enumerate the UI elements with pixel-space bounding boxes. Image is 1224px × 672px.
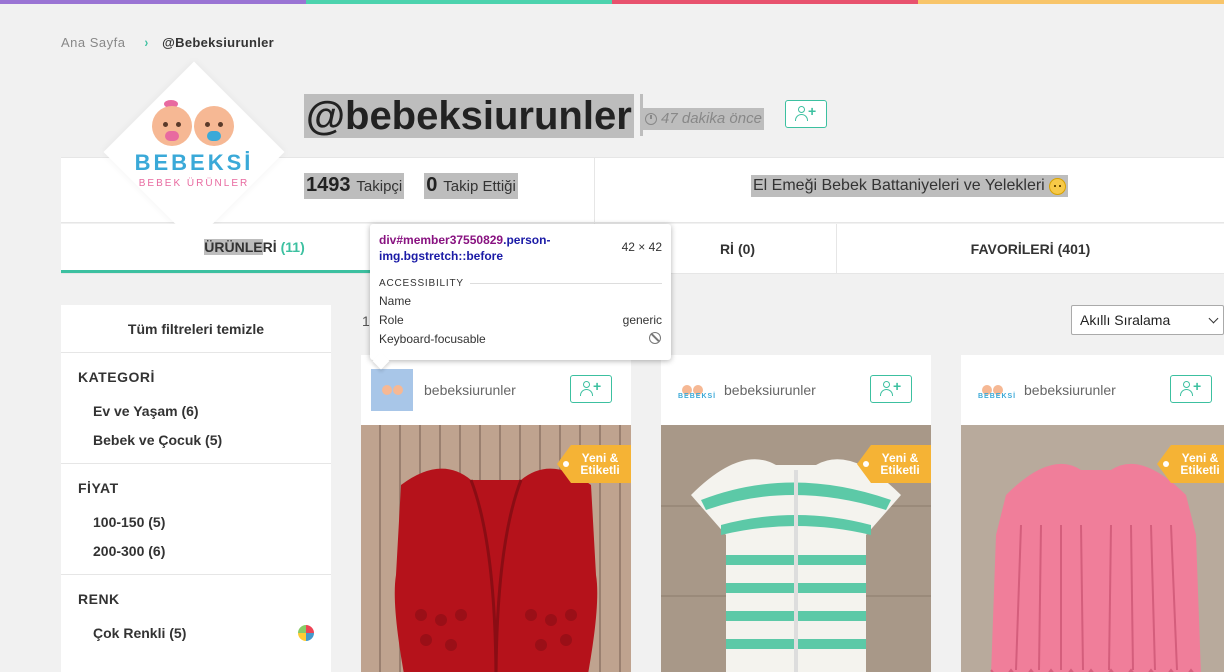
tooltip-selector: div#member37550829.person-img.bgstretch:…	[379, 233, 551, 263]
tab-second-label: Rİ	[719, 240, 734, 257]
card-header: bebeksiurunler +	[361, 355, 631, 425]
filter-group-title: KATEGORİ	[78, 369, 155, 385]
following-stat[interactable]: 0 Takip Ettiği	[424, 173, 518, 199]
no-entry-icon	[649, 332, 661, 344]
tab-products-label-suffix: Rİ	[262, 239, 277, 255]
card-username[interactable]: bebeksiurunler	[1024, 382, 1116, 398]
baby-face-emoji	[1048, 177, 1066, 195]
profile-divider	[594, 158, 595, 224]
filter-sidebar: Tüm filtreleri temizle KATEGORİ Ev ve Ya…	[61, 305, 331, 672]
filter-group-price: FİYAT 100-150 (5) 200-300 (6)	[61, 464, 331, 575]
baby-girl-face	[152, 106, 192, 146]
avatar[interactable]: BEBEKSİ	[671, 369, 715, 411]
breadcrumb: Ana Sayfa › @Bebeksiurunler	[61, 34, 274, 50]
tooltip-row: Role generic	[379, 313, 662, 327]
devtools-inspect-tooltip: div#member37550829.person-img.bgstretch:…	[370, 224, 671, 360]
filter-item[interactable]: Ev ve Yaşam (6)	[78, 395, 314, 424]
filter-item[interactable]: Çok Renkli (5)	[78, 617, 314, 646]
bio-text: El Emeği Bebek Battaniyeleri ve Yelekler…	[753, 177, 1045, 194]
tab-products-label: ÜRÜNLE	[204, 239, 263, 255]
multicolor-swatch	[298, 625, 314, 641]
followers-stat[interactable]: 1493 Takipçi	[304, 173, 405, 199]
card-username[interactable]: bebeksiurunler	[424, 382, 516, 398]
new-tagged-badge: Yeni & Etiketli	[557, 445, 631, 483]
tooltip-section-title: ACCESSIBILITY	[379, 278, 662, 289]
last-seen: 47 dakika önce	[643, 108, 764, 130]
baby-faces-icon	[148, 100, 240, 148]
color-bar-purple	[0, 0, 306, 4]
baby-boy-face	[194, 106, 234, 146]
followers-label: Takipçi	[356, 178, 403, 195]
avatar[interactable]: BEBEKSİ	[971, 369, 1015, 411]
color-bar-green	[306, 0, 612, 4]
profile-stats: 1493 Takipçi 0 Takip Ettiği	[304, 173, 518, 199]
new-tagged-badge: Yeni & Etiketli	[1157, 445, 1224, 483]
filter-group-title: FİYAT	[78, 480, 119, 496]
product-card[interactable]: BEBEKSİ bebeksiurunler + Yeni & Etiketli	[661, 355, 931, 672]
follow-button[interactable]: +	[870, 375, 912, 403]
card-username[interactable]: bebeksiurunler	[724, 382, 816, 398]
user-plus-icon: +	[795, 104, 817, 122]
followers-count: 1493	[306, 174, 351, 196]
tooltip-row: Name	[379, 294, 412, 308]
card-header: BEBEKSİ bebeksiurunler +	[661, 355, 931, 425]
card-header: BEBEKSİ bebeksiurunler +	[961, 355, 1224, 425]
filter-group-color: RENK Çok Renkli (5)	[61, 575, 331, 656]
filter-item[interactable]: Bebek ve Çocuk (5)	[78, 424, 314, 453]
tab-favorites[interactable]: FAVORİLERİ (401)	[837, 224, 1224, 273]
tab-products-count: (11)	[280, 239, 305, 255]
filter-item[interactable]: 200-300 (6)	[78, 535, 314, 564]
following-count: 0	[426, 174, 438, 196]
color-bar-yellow	[918, 0, 1224, 4]
following-label: Takip Ettiği	[443, 178, 516, 195]
logo-subtitle: BEBEK ÜRÜNLER	[138, 178, 250, 189]
product-card[interactable]: BEBEKSİ bebeksiurunler + Yeni & Etiketli	[961, 355, 1224, 672]
follow-button[interactable]: +	[1170, 375, 1212, 403]
breadcrumb-home-link[interactable]: Ana Sayfa	[61, 35, 126, 50]
breadcrumb-current: @Bebeksiurunler	[162, 34, 274, 50]
tooltip-row: Keyboard-focusable	[379, 332, 662, 346]
sort-selected-value: Akıllı Sıralama	[1080, 312, 1171, 328]
product-image[interactable]: Yeni & Etiketli	[661, 425, 931, 672]
clock-icon	[645, 113, 657, 125]
filter-item[interactable]: 100-150 (5)	[78, 506, 314, 535]
new-tagged-badge: Yeni & Etiketli	[857, 445, 931, 483]
user-plus-icon: +	[880, 379, 902, 397]
filter-group-category: KATEGORİ Ev ve Yaşam (6) Bebek ve Çocuk …	[61, 353, 331, 464]
user-plus-icon: +	[580, 379, 602, 397]
tab-favorites-label: FAVORİLERİ	[970, 240, 1054, 257]
profile-logo: BEBEKSİ BEBEK ÜRÜNLER	[126, 96, 262, 206]
tooltip-size: 42 × 42	[621, 240, 662, 254]
tab-second-count: (0)	[737, 240, 756, 257]
top-color-bar	[0, 0, 1224, 4]
chevron-right-icon: ›	[143, 34, 148, 50]
profile-bio: El Emeği Bebek Battaniyeleri ve Yelekler…	[751, 175, 1068, 197]
color-bar-red	[612, 0, 918, 4]
product-card[interactable]: bebeksiurunler + Yeni & Etiketli	[361, 355, 631, 672]
follow-button[interactable]: +	[785, 100, 827, 128]
logo-title: BEBEKSİ	[134, 150, 254, 175]
last-seen-text: 47 dakika önce	[661, 110, 762, 127]
avatar[interactable]	[371, 369, 413, 411]
user-plus-icon: +	[1180, 379, 1202, 397]
result-count: 1	[362, 313, 370, 329]
chevron-down-icon	[1208, 313, 1219, 323]
product-image[interactable]: Yeni & Etiketli	[961, 425, 1224, 672]
tab-favorites-count: (401)	[1057, 240, 1091, 257]
follow-button[interactable]: +	[570, 375, 612, 403]
filter-group-title: RENK	[78, 591, 120, 607]
clear-filters-button[interactable]: Tüm filtreleri temizle	[61, 305, 331, 353]
sort-select[interactable]: Akıllı Sıralama	[1071, 305, 1224, 335]
profile-username: @bebeksiurunler	[304, 94, 634, 138]
product-image[interactable]: Yeni & Etiketli	[361, 425, 631, 672]
